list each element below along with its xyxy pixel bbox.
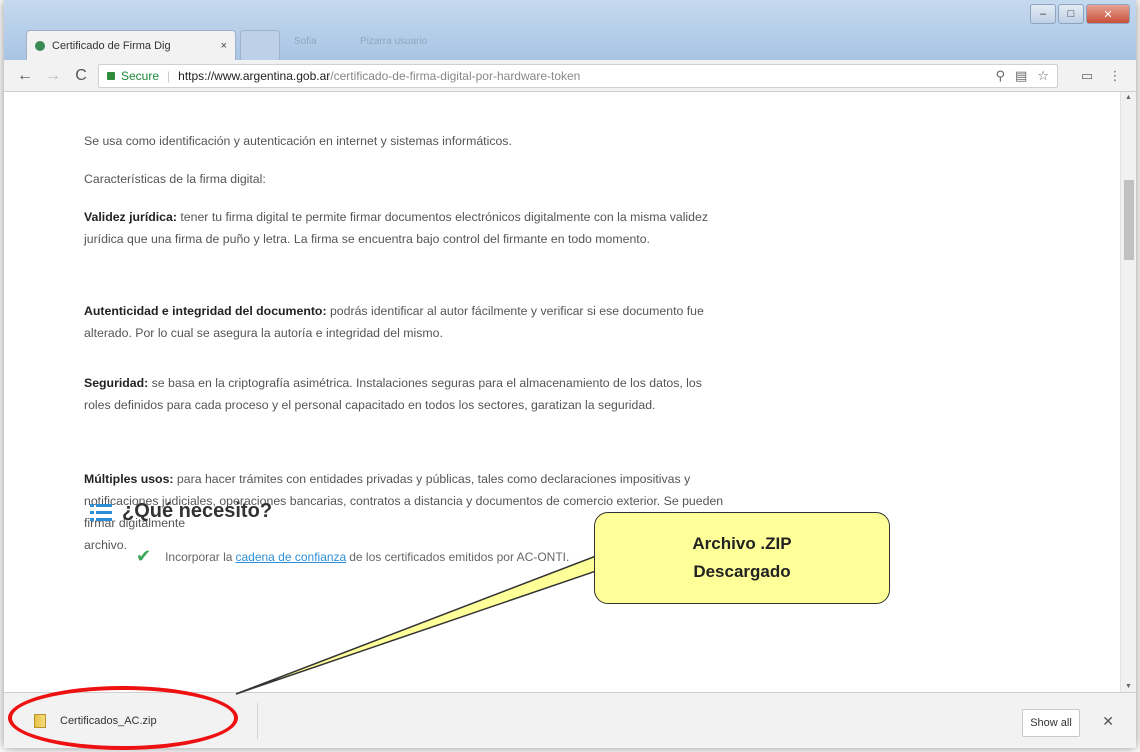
highlight-oval [8, 686, 238, 750]
callout-tail [235, 555, 641, 695]
callout-line2: Descargado [693, 562, 791, 581]
callout-line1: Archivo .ZIP [692, 534, 792, 553]
callout-box: Archivo .ZIP Descargado [594, 512, 890, 604]
callout-pointer [235, 555, 641, 695]
